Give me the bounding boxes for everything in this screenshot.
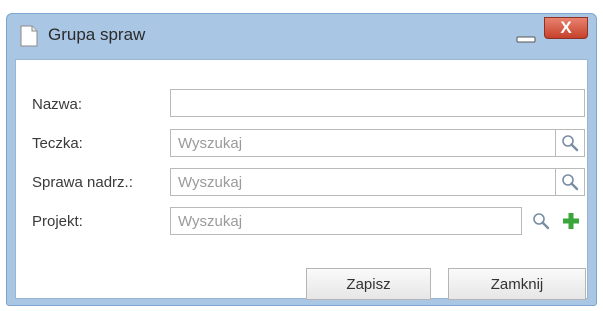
- folder-search-button[interactable]: [555, 129, 585, 157]
- dialog-window: Grupa spraw X Nazwa: Teczka: Wyszukaj Sp…: [6, 13, 597, 306]
- project-actions: [528, 207, 586, 235]
- dialog-body: Nazwa: Teczka: Sprawa nadrz.:: [15, 59, 588, 300]
- close-icon: X: [560, 18, 572, 37]
- folder-search-input[interactable]: [178, 130, 555, 156]
- folder-label: Teczka:: [32, 135, 83, 152]
- minimize-icon: [516, 36, 536, 43]
- name-input[interactable]: [178, 90, 584, 116]
- search-icon: [533, 213, 550, 230]
- project-label: Projekt:: [32, 213, 83, 230]
- name-label: Nazwa:: [32, 96, 83, 113]
- save-button[interactable]: Zapisz: [306, 268, 431, 300]
- folder-field-box: [170, 129, 585, 157]
- parent-case-label: Sprawa nadrz.:: [32, 174, 133, 191]
- search-icon: [562, 174, 579, 191]
- project-search-input[interactable]: [178, 208, 521, 234]
- window-title: Grupa spraw: [48, 25, 146, 44]
- search-icon: [562, 135, 579, 152]
- close-dialog-button[interactable]: Zamknij: [448, 268, 586, 300]
- parent-case-search-input[interactable]: [178, 169, 555, 195]
- project-add-button[interactable]: [558, 210, 584, 232]
- project-search-button[interactable]: [528, 210, 554, 232]
- parent-case-field-box: [170, 168, 585, 196]
- title-bar[interactable]: Grupa spraw X: [7, 14, 596, 56]
- close-button[interactable]: X: [544, 17, 588, 39]
- parent-case-search-button[interactable]: [555, 168, 585, 196]
- name-field-box: [170, 89, 585, 117]
- minimize-button[interactable]: [512, 24, 540, 46]
- project-field-box: [170, 207, 522, 235]
- add-icon: [563, 213, 579, 229]
- document-icon: [20, 25, 38, 47]
